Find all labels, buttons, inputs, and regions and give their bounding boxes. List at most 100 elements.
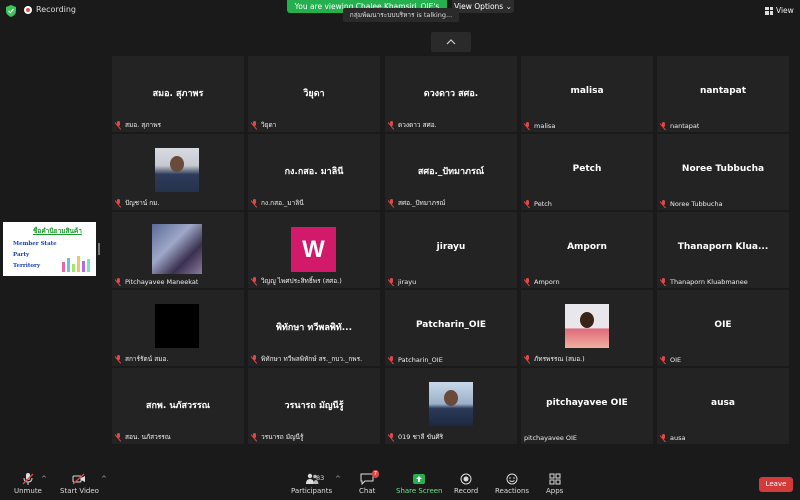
participant-name: nantapat xyxy=(699,86,747,96)
participant-label-text: jirayu xyxy=(398,278,417,286)
participant-tile[interactable]: Petch Petch xyxy=(521,134,653,210)
participant-label: สการ์รัตน์ สมอ. xyxy=(115,354,169,364)
participant-name: วิยุดา xyxy=(303,89,325,99)
participant-tile[interactable]: Noree Tubbucha Noree Tubbucha xyxy=(657,134,789,210)
participant-tile[interactable]: พิทักษา ทวีพลพิทั... พิทักษา ทวีพลพิทักษ์… xyxy=(248,290,380,366)
participant-video xyxy=(152,224,202,274)
chat-button[interactable]: 7 Chat xyxy=(359,470,380,495)
participant-tile[interactable]: กง.กสอ. มาลินีกง.กสอ._มาลินี xyxy=(248,134,380,210)
unmute-button[interactable]: Unmute xyxy=(14,473,42,495)
shield-icon[interactable] xyxy=(6,5,16,17)
mic-muted-icon xyxy=(660,122,667,130)
participant-label: Patcharin_OIE xyxy=(388,356,443,364)
participant-label: สมอ. สุภาพร xyxy=(115,120,161,130)
participant-tile[interactable]: สกพ. นภัสวรรณ สอน. นภัสวรรณ xyxy=(112,368,244,444)
recording-indicator[interactable]: Recording xyxy=(24,5,76,14)
top-bar: Recording You are viewing Chalee Khamsir… xyxy=(0,0,800,24)
start-video-button[interactable]: Start Video xyxy=(60,473,99,495)
participant-tile[interactable]: malisa malisa xyxy=(521,56,653,132)
participant-tile[interactable]: ปัญชาน์ กม. xyxy=(112,134,244,210)
shared-line: Party xyxy=(13,252,30,258)
start-video-label: Start Video xyxy=(60,487,99,495)
participant-label-text: สการ์รัตน์ สมอ. xyxy=(125,355,169,363)
participant-tile[interactable]: OIE OIE xyxy=(657,290,789,366)
participant-label-text: วิญญู ไพศประสิทธิ์พร (สศอ.) xyxy=(261,277,342,285)
participant-label: วิญญู ไพศประสิทธิ์พร (สศอ.) xyxy=(251,276,342,286)
chat-unread-badge: 7 xyxy=(371,470,380,478)
mic-muted-icon xyxy=(251,277,258,285)
participant-label: Pitchayavee Maneekat xyxy=(115,278,198,286)
participant-tile[interactable]: ดวงดาว สศอ. ดวงดาว สศอ. xyxy=(385,56,517,132)
participant-label: Petch xyxy=(524,200,552,208)
participants-options-chevron-icon[interactable]: ^ xyxy=(335,475,341,483)
shared-screen-thumbnail[interactable]: ชื่อคำนิยามสินค้า Member State Party Ter… xyxy=(3,222,96,276)
participant-tile[interactable]: Thanaporn Klua... Thanaporn Kluabmanee xyxy=(657,212,789,288)
share-screen-button[interactable]: Share Screen xyxy=(396,473,443,495)
participant-label-text: Petch xyxy=(534,200,552,208)
shared-screen-graphic xyxy=(62,256,90,272)
participant-tile[interactable]: W วิญญู ไพศประสิทธิ์พร (สศอ.) xyxy=(248,212,380,288)
participant-label: 019 ชาลี ขันศิริ xyxy=(388,432,443,442)
participant-tile[interactable]: วิยุดา วิยุดา xyxy=(248,56,380,132)
participant-tile[interactable]: ภัทรพรรณ (สมอ.) xyxy=(521,290,653,366)
participant-label-text: ดวงดาว สศอ. xyxy=(398,121,437,129)
participant-tile[interactable]: ausa ausa xyxy=(657,368,789,444)
apps-label: Apps xyxy=(546,487,564,495)
participant-tile[interactable]: pitchayavee OIE pitchayavee OIE xyxy=(521,368,653,444)
participant-label: กง.กสอ._มาลินี xyxy=(251,198,304,208)
view-options-button[interactable]: View Options ⌄ xyxy=(452,0,514,13)
participant-name: สมอ. สุภาพร xyxy=(152,89,204,99)
participant-label: วิยุดา xyxy=(251,120,276,130)
participant-tile[interactable]: วรนารถ มัญนีรู้ วรนารถ มัญนีรู้ xyxy=(248,368,380,444)
reactions-icon xyxy=(506,473,518,485)
participants-button[interactable]: Participants xyxy=(291,473,332,495)
participant-label: ปัญชาน์ กม. xyxy=(115,198,160,208)
video-options-chevron-icon[interactable]: ^ xyxy=(101,475,107,483)
participant-label: Thanaporn Kluabmanee xyxy=(660,278,748,286)
participant-label-text: malisa xyxy=(534,122,556,130)
video-off-icon xyxy=(72,473,86,485)
participant-label-text: Amporn xyxy=(534,278,560,286)
participants-label: Participants xyxy=(291,487,333,495)
mic-muted-icon xyxy=(251,199,258,207)
mic-muted-icon xyxy=(115,278,122,286)
participant-label: ดวงดาว สศอ. xyxy=(388,120,437,130)
participant-label-text: Thanaporn Kluabmanee xyxy=(670,278,748,286)
participant-tile[interactable]: jirayu jirayu xyxy=(385,212,517,288)
participant-video xyxy=(565,304,609,348)
participant-name: สกพ. นภัสวรรณ xyxy=(145,401,211,411)
participant-label-text: วรนารถ มัญนีรู้ xyxy=(261,433,304,441)
participant-label-text: pitchayavee OIE xyxy=(524,434,578,442)
audio-options-chevron-icon[interactable]: ^ xyxy=(41,475,47,483)
active-speaker-tooltip: กลุ่มพัฒนาระบบบริหาร is talking... xyxy=(343,8,459,22)
participant-tile[interactable]: Patcharin_OIE Patcharin_OIE xyxy=(385,290,517,366)
mic-muted-icon xyxy=(115,121,122,129)
participant-tile[interactable]: สการ์รัตน์ สมอ. xyxy=(112,290,244,366)
participant-name: malisa xyxy=(570,86,604,96)
sidebar-resize-handle[interactable] xyxy=(98,243,100,255)
participant-name: Noree Tubbucha xyxy=(681,164,765,174)
participant-tile[interactable]: สศอ._ปัทมาภรณ์ สศอ._ปัทมาภรณ์ xyxy=(385,134,517,210)
shared-line: Member State xyxy=(13,241,57,247)
record-button[interactable]: Record xyxy=(454,473,478,495)
page-up-button[interactable] xyxy=(431,32,471,52)
mic-muted-icon xyxy=(660,200,667,208)
leave-button[interactable]: Leave xyxy=(759,477,793,492)
participant-tile[interactable]: nantapat nantapat xyxy=(657,56,789,132)
mic-muted-icon xyxy=(251,355,258,363)
participants-count: 83 xyxy=(316,474,325,482)
mic-muted-icon xyxy=(524,355,531,363)
participant-name: สศอ._ปัทมาภรณ์ xyxy=(417,167,485,177)
view-button[interactable]: View xyxy=(765,6,794,15)
reactions-button[interactable]: Reactions xyxy=(495,473,529,495)
participant-tile[interactable]: 019 ชาลี ขันศิริ xyxy=(385,368,517,444)
grid-view-icon xyxy=(765,6,773,15)
participant-tile[interactable]: สมอ. สุภาพร สมอ. สุภาพร xyxy=(112,56,244,132)
participant-tile[interactable]: Amporn Amporn xyxy=(521,212,653,288)
apps-button[interactable]: Apps xyxy=(546,473,563,495)
participant-name: กง.กสอ. มาลินี xyxy=(284,167,344,177)
participant-label-text: Noree Tubbucha xyxy=(670,200,723,208)
participant-tile[interactable]: Pitchayavee Maneekat xyxy=(112,212,244,288)
participant-label-text: 019 ชาลี ขันศิริ xyxy=(398,433,444,441)
shared-screen-lines: Member State Party Territory xyxy=(13,239,57,272)
